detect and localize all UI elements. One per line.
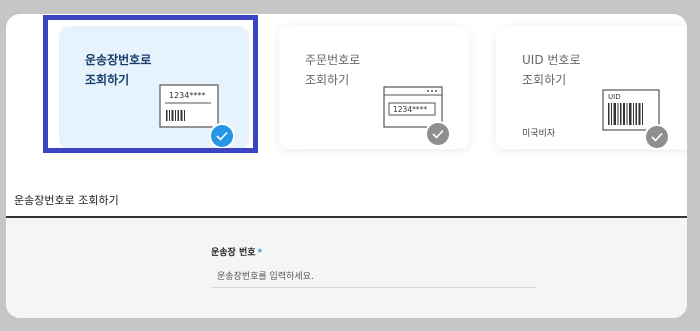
card-uid-number[interactable]: UID 번호로 조회하기 미국비자 UID (496, 26, 687, 150)
field-label-text: 운송장 번호 (211, 248, 256, 258)
illustration-number-text: 1234**** (169, 91, 205, 100)
check-unselected-icon (425, 121, 451, 147)
section-title: 운송장번호로 조회하기 (14, 194, 119, 207)
card-title: 운송장번호로 조회하기 (85, 53, 152, 87)
tracking-number-label: 운송장 번호 * (211, 245, 262, 258)
check-unselected-icon (644, 124, 670, 150)
card-order-number[interactable]: 주문번호로 조회하기 1234**** (279, 26, 469, 149)
lookup-method-cards: 운송장번호로 조회하기 1234**** 주문번호로 조회하기 1234****… (6, 14, 687, 164)
card-title: 주문번호로 조회하기 (305, 53, 361, 87)
required-mark: * (257, 248, 263, 258)
illustration-uid-text: UID (608, 93, 621, 101)
lookup-panel: 운송장번호로 조회하기 1234**** 주문번호로 조회하기 1234****… (6, 14, 687, 318)
check-selected-icon (209, 123, 235, 149)
card-subtitle: 미국비자 (522, 129, 556, 139)
tracking-number-input[interactable] (211, 266, 537, 288)
illustration-number-text: 1234**** (393, 105, 427, 114)
card-title: UID 번호로 조회하기 (522, 53, 581, 87)
card-tracking-number[interactable]: 운송장번호로 조회하기 1234**** (59, 26, 249, 149)
